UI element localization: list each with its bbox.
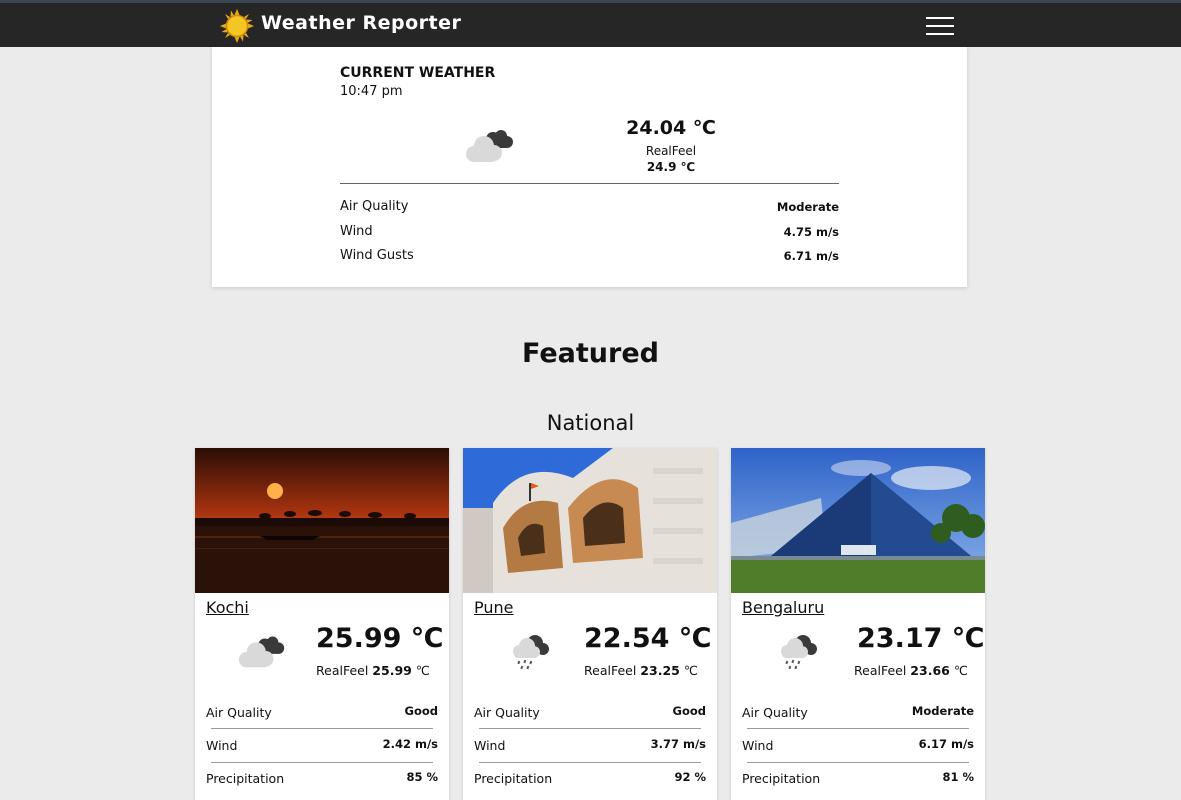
city-temperature: 25.99 ℃ xyxy=(316,623,444,654)
divider xyxy=(211,728,433,729)
featured-heading: Featured xyxy=(522,338,659,369)
cloudy-night-icon xyxy=(466,130,513,162)
top-navbar: Weather Reporter xyxy=(0,0,1181,47)
wind-label: Wind xyxy=(474,738,506,753)
divider xyxy=(340,183,839,184)
wind-value: 3.77 m/s xyxy=(650,737,706,751)
precipitation-value: 92 % xyxy=(674,770,706,784)
wind-value: 4.75 m/s xyxy=(783,225,839,239)
wind-value: 2.42 m/s xyxy=(382,737,438,751)
air-quality-value: Moderate xyxy=(911,704,974,718)
sun-icon[interactable] xyxy=(220,9,254,43)
hamburger-menu-icon[interactable] xyxy=(926,17,954,37)
air-quality-label: Air Quality xyxy=(742,705,808,720)
air-quality-label: Air Quality xyxy=(340,199,409,214)
realfeel-value: 24.9 ℃ xyxy=(646,160,696,174)
realfeel-value: 25.99 xyxy=(372,663,412,678)
wind-label: Wind xyxy=(742,738,774,753)
city-name-link[interactable]: Pune xyxy=(474,598,514,617)
city-realfeel: RealFeel 25.99 ℃ xyxy=(316,663,430,678)
precipitation-label: Precipitation xyxy=(742,771,821,786)
city-card-pune: Pune 22.54 ℃ RealFeel 23.25 ℃ Air Qualit… xyxy=(463,448,717,800)
rain-night-icon xyxy=(781,635,817,670)
pune-photo xyxy=(463,448,717,593)
wind-label: Wind xyxy=(206,738,238,753)
divider xyxy=(211,762,433,763)
current-time: 10:47 pm xyxy=(340,84,403,99)
air-quality-label: Air Quality xyxy=(206,705,272,720)
city-realfeel: RealFeel 23.25 ℃ xyxy=(584,663,698,678)
air-quality-value: Moderate xyxy=(776,200,839,214)
realfeel-unit: ℃ xyxy=(683,663,698,678)
cloudy-night-icon xyxy=(238,636,285,668)
precipitation-label: Precipitation xyxy=(474,771,553,786)
divider xyxy=(479,728,701,729)
realfeel-label: RealFeel xyxy=(645,144,697,158)
wind-value: 6.17 m/s xyxy=(918,737,974,751)
wind-gusts-value: 6.71 m/s xyxy=(783,249,839,263)
city-temperature: 22.54 ℃ xyxy=(584,623,712,654)
realfeel-value: 23.66 xyxy=(910,663,950,678)
divider xyxy=(747,762,969,763)
realfeel-label: RealFeel xyxy=(316,663,369,678)
current-weather-card: CURRENT WEATHER 10:47 pm 24.04 ℃ RealFee… xyxy=(212,47,967,287)
precipitation-value: 81 % xyxy=(942,770,974,784)
current-temperature-block: 24.04 ℃ RealFeel 24.9 ℃ xyxy=(596,117,746,174)
city-card-bengaluru: Bengaluru 23.17 ℃ RealFeel 23.66 ℃ Air Q… xyxy=(731,448,985,800)
city-name-link[interactable]: Bengaluru xyxy=(742,598,824,617)
divider xyxy=(747,728,969,729)
realfeel-unit: ℃ xyxy=(953,663,968,678)
realfeel-value: 23.25 xyxy=(640,663,680,678)
realfeel-label: RealFeel xyxy=(584,663,637,678)
divider xyxy=(479,762,701,763)
kochi-photo xyxy=(195,448,449,593)
city-card-kochi: Kochi 25.99 ℃ RealFeel 25.99 ℃ Air Quali… xyxy=(195,448,449,800)
rain-night-icon xyxy=(513,635,549,670)
precipitation-value: 85 % xyxy=(406,770,438,784)
city-name-link[interactable]: Kochi xyxy=(206,598,249,617)
current-weather-title: CURRENT WEATHER xyxy=(340,65,496,81)
wind-label: Wind xyxy=(340,224,373,239)
air-quality-value: Good xyxy=(404,704,438,718)
national-subheading: National xyxy=(546,411,635,435)
bengaluru-photo xyxy=(731,448,985,593)
brand-title[interactable]: Weather Reporter xyxy=(261,12,461,34)
wind-gusts-label: Wind Gusts xyxy=(340,248,414,263)
realfeel-label: RealFeel xyxy=(854,663,907,678)
air-quality-value: Good xyxy=(672,704,706,718)
current-temperature: 24.04 ℃ xyxy=(626,117,716,139)
city-realfeel: RealFeel 23.66 ℃ xyxy=(854,663,968,678)
realfeel-unit: ℃ xyxy=(415,663,430,678)
city-temperature: 23.17 ℃ xyxy=(857,623,985,654)
precipitation-label: Precipitation xyxy=(206,771,285,786)
air-quality-label: Air Quality xyxy=(474,705,540,720)
